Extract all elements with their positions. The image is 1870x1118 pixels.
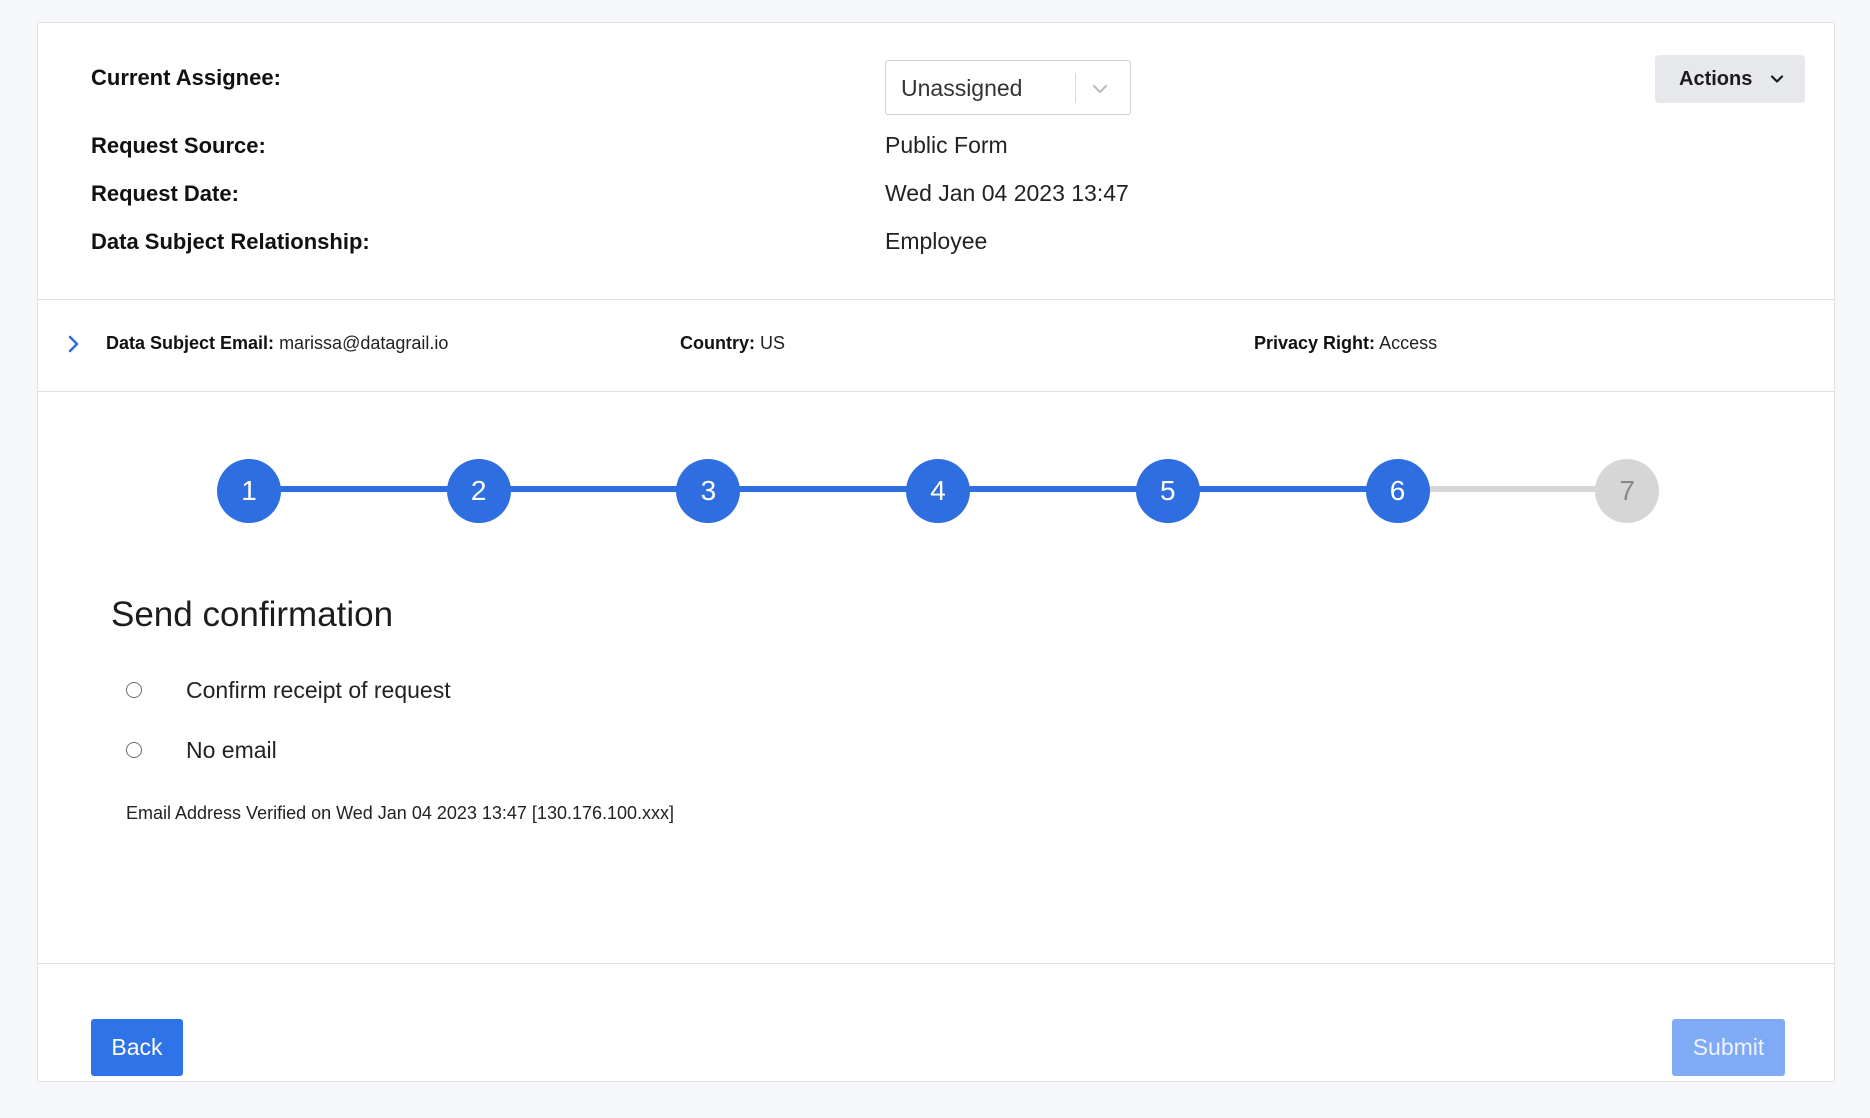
progress-stepper: 1 2 3 4 5 6 7 (38, 391, 1834, 523)
actions-button-label: Actions (1679, 68, 1753, 90)
relationship-label: Data Subject Relationship: (91, 229, 370, 254)
subject-country-value: US (760, 333, 786, 353)
chevron-down-icon (1092, 84, 1108, 94)
step-6[interactable]: 6 (1365, 459, 1430, 523)
date-label: Request Date: (91, 181, 239, 206)
step-1[interactable]: 1 (217, 459, 281, 523)
step-connector (708, 486, 939, 492)
chevron-down-icon (1770, 75, 1784, 83)
step-connector (1167, 486, 1398, 492)
privacy-right-value: Access (1379, 333, 1438, 353)
source-value: Public Form (885, 132, 1008, 158)
subject-country-label: Country: (680, 333, 755, 353)
radio-option-label: No email (186, 737, 277, 763)
privacy-right-field: Privacy Right: Access (1254, 333, 1437, 354)
chevron-right-icon[interactable] (64, 333, 84, 355)
subject-country-field: Country: US (680, 333, 785, 354)
select-divider (1075, 73, 1076, 103)
radio-button[interactable] (126, 682, 142, 698)
step-connector (938, 486, 1168, 492)
date-value: Wed Jan 04 2023 13:47 (885, 180, 1129, 206)
radio-button[interactable] (126, 742, 142, 758)
step-connector (478, 486, 709, 492)
step-3[interactable]: 3 (676, 459, 741, 523)
assignee-select[interactable]: Unassigned (885, 60, 1131, 115)
privacy-right-label: Privacy Right: (1254, 333, 1376, 353)
submit-button[interactable]: Submit (1672, 1019, 1785, 1076)
subject-email-field: Data Subject Email: marissa@datagrail.io (106, 333, 448, 354)
section-title: Send confirmation (111, 595, 394, 634)
email-verified-note: Email Address Verified on Wed Jan 04 202… (126, 803, 675, 823)
radio-option-label: Confirm receipt of request (186, 677, 451, 703)
source-label: Request Source: (91, 133, 266, 158)
back-button[interactable]: Back (91, 1019, 183, 1076)
request-info-section: Current Assignee: Unassigned Request Sou… (38, 23, 1834, 300)
actions-button[interactable]: Actions (1655, 55, 1805, 103)
subject-email-label: Data Subject Email: (106, 333, 275, 353)
form-footer: Back Submit (38, 963, 1834, 1084)
data-subject-row: Data Subject Email: marissa@datagrail.io… (38, 299, 1834, 392)
assignee-label: Current Assignee: (91, 65, 281, 90)
step-5[interactable]: 5 (1135, 459, 1200, 523)
step-connector (1397, 486, 1628, 492)
request-card: Current Assignee: Unassigned Request Sou… (37, 22, 1835, 1082)
subject-email-value: marissa@datagrail.io (279, 333, 449, 353)
relationship-value: Employee (885, 228, 988, 254)
step-7[interactable]: 7 (1595, 459, 1660, 523)
step-2[interactable]: 2 (446, 459, 511, 523)
step-connector (249, 486, 479, 492)
assignee-select-value: Unassigned (901, 75, 1023, 101)
step-4[interactable]: 4 (906, 459, 971, 523)
